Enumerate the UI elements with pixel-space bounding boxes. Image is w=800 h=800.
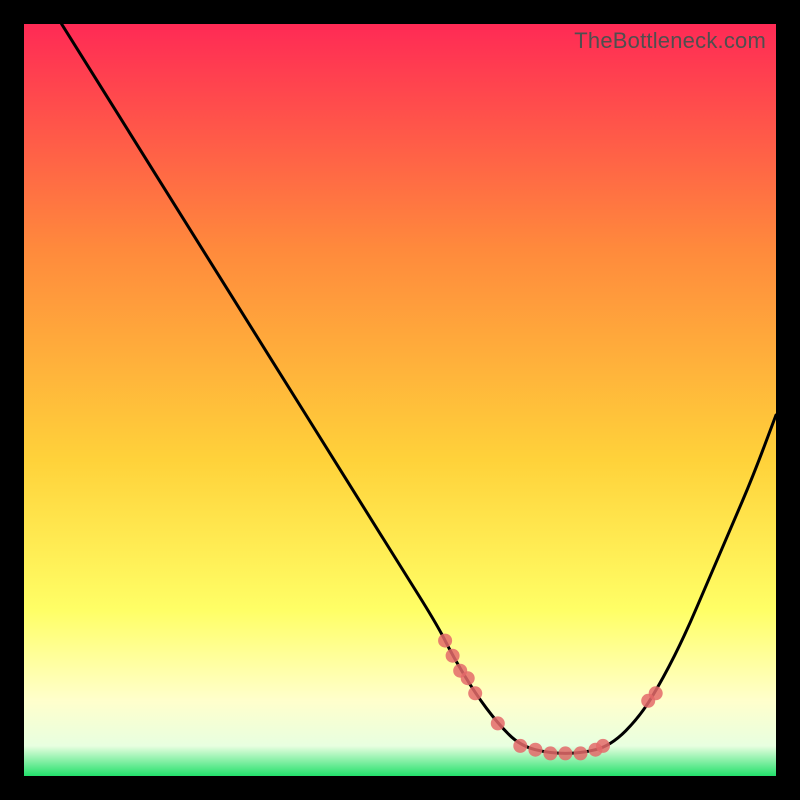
- marker-point: [543, 746, 557, 760]
- marker-point: [649, 686, 663, 700]
- bottleneck-chart: [24, 24, 776, 776]
- marker-point: [513, 739, 527, 753]
- chart-frame: TheBottleneck.com: [24, 24, 776, 776]
- marker-point: [596, 739, 610, 753]
- marker-point: [558, 746, 572, 760]
- marker-point: [461, 671, 475, 685]
- gradient-background: [24, 24, 776, 776]
- watermark-text: TheBottleneck.com: [574, 28, 766, 54]
- marker-point: [491, 716, 505, 730]
- marker-point: [574, 746, 588, 760]
- marker-point: [438, 634, 452, 648]
- marker-point: [528, 743, 542, 757]
- marker-point: [446, 649, 460, 663]
- marker-point: [468, 686, 482, 700]
